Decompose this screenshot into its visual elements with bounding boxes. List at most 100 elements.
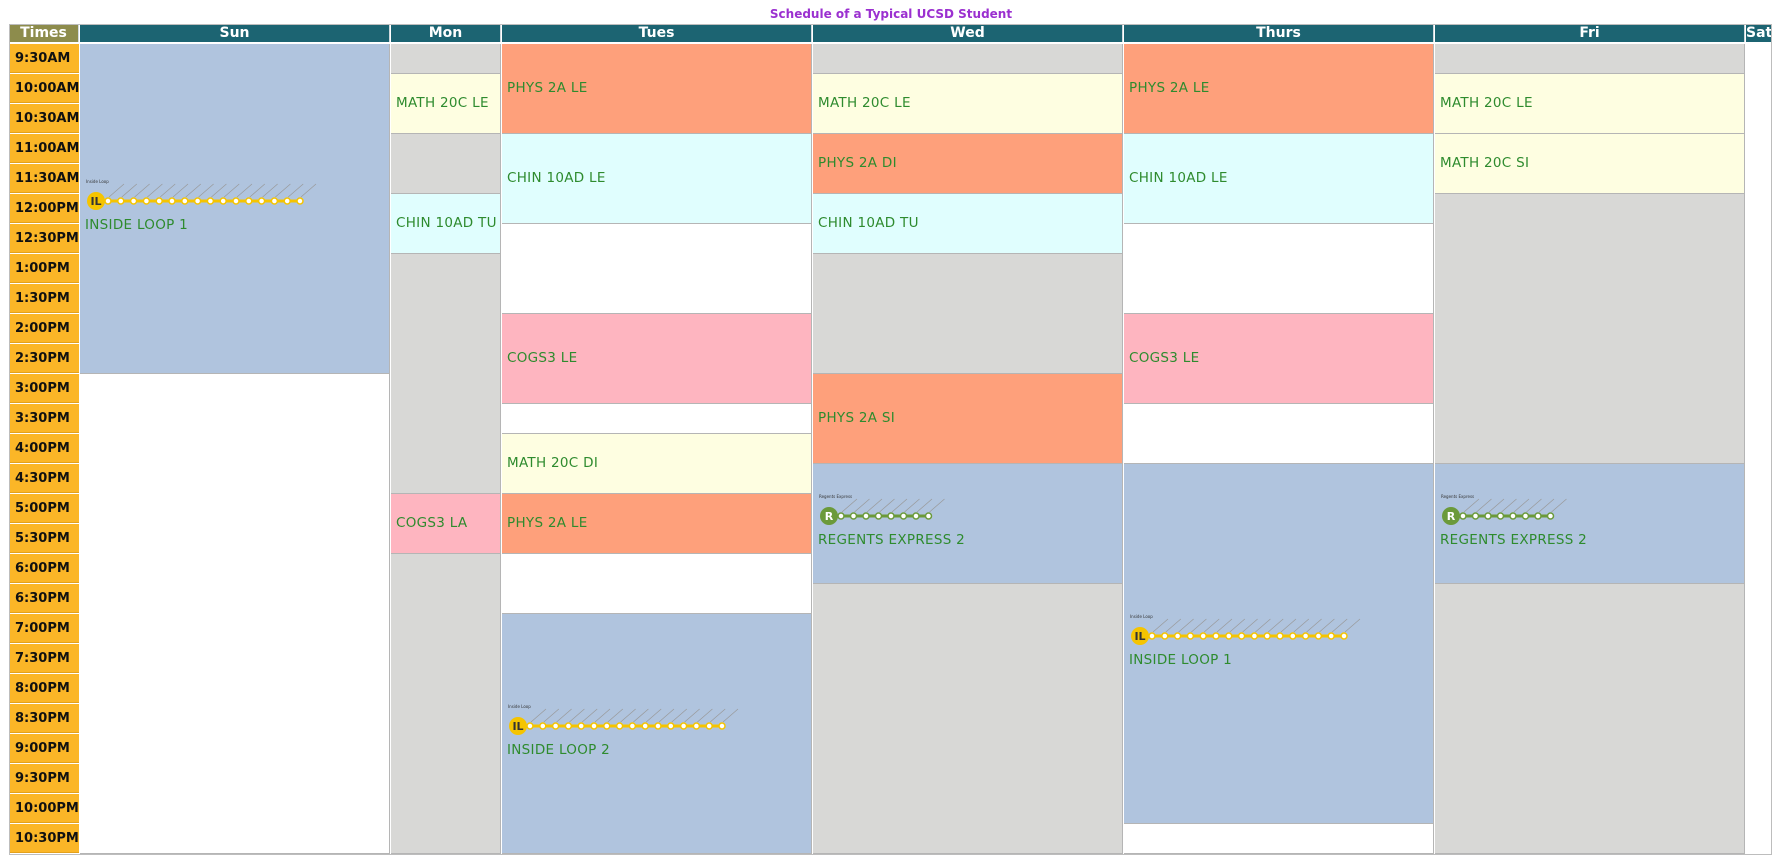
route-stop-tick <box>671 708 688 723</box>
route-stop-tick <box>1280 618 1297 633</box>
unavailable-time-block <box>813 44 1123 74</box>
bus-route-block[interactable]: Inside Loop IL INSIDE LOOP 2 <box>502 614 812 854</box>
unavailable-time-block <box>391 134 501 194</box>
route-stop-dot <box>1546 512 1555 520</box>
class-block[interactable]: MATH 20C LE <box>1435 74 1745 134</box>
route-stop-tick <box>841 498 858 513</box>
route-stop-tick <box>236 183 253 198</box>
route-stop-tick <box>172 183 189 198</box>
route-stop-dot <box>193 197 202 205</box>
class-block[interactable]: PHYS 2A LE <box>502 44 812 134</box>
bus-route-label: INSIDE LOOP 1 <box>85 217 189 233</box>
class-block[interactable]: CHIN 10AD TU <box>813 194 1123 254</box>
route-name-label: Inside Loop <box>86 179 109 184</box>
header-times: Times <box>9 24 79 42</box>
saturday-column <box>1746 44 1772 854</box>
bus-route-block[interactable]: Regents Express R REGENTS EXPRESS 2 <box>813 464 1123 584</box>
time-slot-label: 11:30AM <box>9 164 79 193</box>
class-block[interactable]: PHYS 2A DI <box>813 134 1123 194</box>
time-slot-label: 9:30PM <box>9 764 79 793</box>
route-stop-dot <box>1314 632 1323 640</box>
route-badge-text: IL <box>1134 630 1145 643</box>
route-stop-dot <box>1327 632 1335 640</box>
route-stop-dot <box>1263 632 1271 640</box>
route-stop-dot <box>849 512 858 520</box>
time-slot-label: 4:30PM <box>9 464 79 493</box>
free-time-block <box>502 554 812 614</box>
route-stop-dot <box>1521 512 1530 520</box>
route-stop-dot <box>1301 632 1310 640</box>
route-stop-tick <box>697 708 713 723</box>
route-stop-tick <box>108 183 125 198</box>
route-stop-dot <box>245 197 253 205</box>
class-block[interactable]: CHIN 10AD LE <box>1124 134 1434 224</box>
header-wed: Wed <box>813 24 1123 42</box>
bus-route-label: INSIDE LOOP 2 <box>507 742 611 758</box>
class-label: PHYS 2A LE <box>507 515 588 531</box>
route-diagram: Regents Express R <box>817 486 971 536</box>
route-name-label: Inside Loop <box>1130 614 1153 619</box>
class-label: CHIN 10AD TU <box>818 215 919 231</box>
class-label: PHYS 2A SI <box>818 410 896 426</box>
route-stop-dot <box>1250 632 1259 640</box>
class-block[interactable]: COGS3 LE <box>502 314 812 404</box>
route-stop-dot <box>718 722 726 730</box>
route-stop-tick <box>607 708 624 723</box>
class-block[interactable]: PHYS 2A SI <box>813 374 1123 464</box>
header-sun: Sun <box>80 24 390 42</box>
route-stop-tick <box>275 183 291 198</box>
unavailable-time-block <box>391 254 501 494</box>
route-stop-dot <box>1459 512 1467 520</box>
class-block[interactable]: CHIN 10AD TU <box>391 194 501 254</box>
route-stop-dot <box>692 722 701 730</box>
class-label: CHIN 10AD LE <box>507 170 606 186</box>
route-stop-dot <box>603 722 611 730</box>
bus-route-block[interactable]: Inside Loop IL INSIDE LOOP 1 <box>1124 464 1434 824</box>
class-block[interactable]: PHYS 2A LE <box>1124 44 1434 134</box>
route-stop-dot <box>667 722 675 730</box>
time-slot-label: 12:00PM <box>9 194 79 223</box>
class-label: COGS3 LE <box>1129 350 1200 366</box>
class-block[interactable]: MATH 20C LE <box>813 74 1123 134</box>
class-block[interactable]: CHIN 10AD LE <box>502 134 812 224</box>
header-fri: Fri <box>1435 24 1745 42</box>
class-block[interactable]: COGS3 LE <box>1124 314 1434 404</box>
class-block[interactable]: MATH 20C DI <box>502 434 812 494</box>
class-block[interactable]: MATH 20C LE <box>391 74 501 134</box>
time-slot-label: 8:00PM <box>9 674 79 703</box>
time-slot-label: 7:00PM <box>9 614 79 643</box>
route-stop-tick <box>1293 618 1310 633</box>
class-block[interactable]: COGS3 LA <box>391 494 501 554</box>
route-stop-tick <box>633 708 649 723</box>
route-stop-tick <box>1178 618 1194 633</box>
unavailable-time-block <box>391 44 501 74</box>
class-label: MATH 20C LE <box>1440 95 1533 111</box>
route-stop-tick <box>185 183 202 198</box>
route-stop-tick <box>556 708 572 723</box>
route-stop-tick <box>1513 498 1530 513</box>
route-stop-tick <box>620 708 636 723</box>
route-badge-text: R <box>825 510 834 523</box>
route-stop-tick <box>1331 618 1348 633</box>
route-name-label: Regents Express <box>1441 494 1474 499</box>
route-stop-dot <box>887 512 895 520</box>
route-stop-dot <box>181 197 189 205</box>
time-slot-label: 4:00PM <box>9 434 79 463</box>
route-stop-tick <box>223 183 240 198</box>
route-stop-dot <box>1212 632 1220 640</box>
route-stop-tick <box>1344 618 1361 633</box>
bus-route-block[interactable]: Inside Loop IL INSIDE LOOP 1 <box>80 44 390 374</box>
route-stop-tick <box>147 183 163 198</box>
schedule-grid: Times Sun Mon Tues Wed Thurs Fri Sat 9:30AM 10:00… <box>0 0 1782 863</box>
class-block[interactable]: PHYS 2A LE <box>502 494 812 554</box>
route-stop-tick <box>722 708 739 723</box>
route-stop-tick <box>300 183 317 198</box>
route-stop-tick <box>134 183 150 198</box>
class-block[interactable]: MATH 20C SI <box>1435 134 1745 194</box>
class-label: PHYS 2A LE <box>507 80 588 96</box>
unavailable-time-block <box>1435 44 1745 74</box>
route-stop-dot <box>1199 632 1207 640</box>
route-stop-tick <box>709 708 726 723</box>
bus-route-block[interactable]: Regents Express R REGENTS EXPRESS 2 <box>1435 464 1745 584</box>
route-stop-tick <box>1488 498 1505 513</box>
